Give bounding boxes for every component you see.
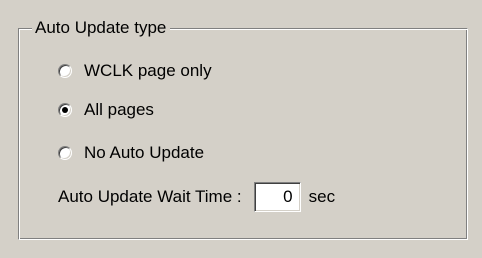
- radio-option-wclk-page-only[interactable]: WCLK page only: [58, 59, 212, 83]
- radio-button-icon[interactable]: [58, 64, 72, 78]
- wait-time-unit: sec: [308, 187, 336, 206]
- radio-option-all-pages[interactable]: All pages: [58, 98, 154, 122]
- radio-option-no-auto-update[interactable]: No Auto Update: [58, 141, 204, 165]
- group-title: Auto Update type: [32, 17, 171, 39]
- radio-button-icon[interactable]: [58, 103, 72, 117]
- wait-time-label: Auto Update Wait Time :: [58, 187, 242, 206]
- wait-time-row: Auto Update Wait Time : sec: [58, 182, 335, 212]
- radio-button-icon[interactable]: [58, 146, 72, 160]
- radio-option-label: WCLK page only: [84, 61, 212, 80]
- wait-time-input[interactable]: [253, 182, 301, 212]
- radio-option-label: No Auto Update: [84, 143, 205, 162]
- radio-option-label: All pages: [84, 100, 154, 119]
